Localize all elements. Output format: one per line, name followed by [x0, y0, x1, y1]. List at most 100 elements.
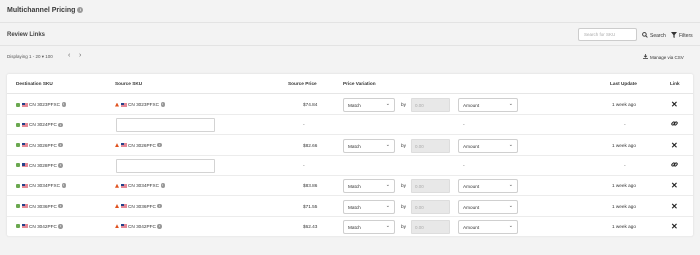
col-link[interactable]: Link	[670, 81, 680, 86]
amount-type-value: Amount	[463, 204, 480, 210]
link-icon[interactable]	[671, 161, 678, 170]
col-source-sku[interactable]: Source SKU	[115, 81, 142, 86]
info-icon[interactable]: i	[160, 102, 166, 107]
search-icon	[642, 32, 648, 40]
next-page-icon[interactable]: ›	[79, 52, 81, 59]
match-select-value: Match	[348, 224, 361, 230]
info-icon[interactable]: i	[58, 163, 63, 168]
amount-type-select[interactable]: Amount ⌄	[458, 199, 518, 214]
last-update: 1 week ago	[612, 223, 636, 229]
us-flag-icon	[21, 224, 28, 229]
source-sku-input[interactable]	[116, 158, 215, 173]
us-flag-icon	[120, 102, 127, 107]
page-title: Multichannel Pricing i	[7, 7, 84, 14]
match-select[interactable]: Match ⌄	[343, 138, 395, 153]
table-row: CN 3042PFC i CN 3042PFC i $62.43 Match ⌄ by 0.00…	[7, 217, 693, 237]
destination-sku-text: CN 3023PFXC	[29, 102, 61, 107]
chevron-down-icon: ⌄	[385, 101, 390, 107]
by-label: by	[401, 223, 406, 229]
manage-csv-button[interactable]: Manage via CSV	[643, 54, 684, 60]
table-header: Destination SKU Source SKU Source Price …	[7, 74, 693, 94]
display-range[interactable]: Displaying 1 - 20 ▾ 100	[7, 54, 53, 60]
info-icon[interactable]: i	[157, 142, 162, 148]
variation-amount-input[interactable]: 0.00	[411, 219, 450, 234]
amount-type-value: Amount	[463, 184, 480, 190]
price-variation-empty: -	[463, 162, 465, 169]
store-icon	[16, 204, 20, 208]
source-sku-text: CN 3034PFXC	[128, 183, 160, 189]
info-icon[interactable]: i	[58, 122, 63, 128]
source-price: -	[303, 162, 305, 169]
destination-sku-text: CN 3036PFC	[29, 203, 57, 209]
amount-type-select[interactable]: Amount ⌄	[458, 98, 518, 112]
col-last-update[interactable]: Last Update	[610, 81, 637, 86]
info-icon[interactable]: i	[157, 203, 162, 209]
unlink-icon[interactable]: ✕	[671, 100, 678, 109]
info-icon[interactable]: i	[61, 102, 67, 107]
store-icon	[16, 143, 20, 148]
source-sku: CN 3023PFXC i	[115, 102, 166, 107]
col-price-variation[interactable]: Price Variation	[343, 81, 376, 86]
us-flag-icon	[21, 204, 28, 208]
source-sku-input[interactable]	[116, 118, 215, 133]
match-select-value: Match	[348, 103, 361, 108]
prev-page-icon[interactable]: ‹	[68, 52, 70, 59]
destination-sku-text: CN 3034PFXC	[29, 183, 61, 189]
variation-amount-input[interactable]: 0.00	[411, 179, 450, 194]
us-flag-icon	[21, 122, 28, 127]
table-row: CN 3024PFC i - - -	[7, 115, 693, 136]
source-sku-text: CN 3023PFXC	[128, 102, 160, 107]
match-select[interactable]: Match ⌄	[343, 179, 395, 194]
col-destination-sku[interactable]: Destination SKU	[16, 81, 53, 86]
link-icon[interactable]	[671, 120, 678, 129]
match-select-value: Match	[348, 143, 361, 149]
unlink-icon[interactable]: ✕	[671, 141, 678, 150]
us-flag-icon	[21, 183, 28, 188]
match-select[interactable]: Match ⌄	[343, 199, 395, 214]
search-button[interactable]: Search	[642, 32, 666, 40]
last-update: 1 week ago	[612, 142, 636, 148]
destination-sku-text: CN 3028PFC	[29, 162, 57, 168]
last-update: -	[624, 122, 626, 129]
unlink-icon[interactable]: ✕	[671, 181, 678, 190]
destination-sku-text: CN 3024PFC	[29, 122, 57, 128]
info-icon[interactable]: i	[160, 183, 166, 188]
chevron-down-icon: ⌄	[508, 182, 513, 189]
amount-type-select[interactable]: Amount ⌄	[458, 179, 518, 194]
download-icon	[643, 54, 648, 60]
store-icon	[16, 224, 20, 229]
search-input[interactable]: Search for SKU	[578, 28, 637, 41]
last-update: 1 week ago	[612, 183, 636, 189]
info-icon[interactable]: i	[61, 183, 67, 188]
match-select-value: Match	[348, 204, 361, 210]
info-icon[interactable]: i	[157, 224, 162, 229]
amount-type-value: Amount	[463, 103, 480, 108]
us-flag-icon	[21, 143, 28, 148]
variation-amount-input[interactable]: 0.00	[411, 138, 450, 153]
unlink-icon[interactable]: ✕	[671, 222, 678, 231]
amount-type-select[interactable]: Amount ⌄	[458, 138, 518, 153]
match-select[interactable]: Match ⌄	[343, 219, 395, 234]
source-sku-text: CN 3042PFC	[128, 223, 156, 229]
filters-button[interactable]: Filters	[671, 32, 693, 40]
brand-icon	[115, 183, 119, 188]
info-icon[interactable]: i	[58, 224, 63, 229]
info-icon[interactable]: i	[58, 203, 63, 209]
amount-type-select[interactable]: Amount ⌄	[458, 219, 518, 234]
source-price: $83.86	[303, 183, 318, 189]
variation-amount-input[interactable]: 0.00	[411, 199, 450, 214]
source-price: -	[303, 122, 305, 129]
review-links-toolbar: Review Links Search for SKU Search Filte…	[0, 24, 700, 46]
col-source-price[interactable]: Source Price	[288, 81, 317, 86]
last-update: 1 week ago	[612, 203, 636, 209]
filter-icon	[671, 32, 677, 40]
brand-icon	[115, 143, 119, 148]
unlink-icon[interactable]: ✕	[671, 202, 678, 211]
info-icon[interactable]: i	[58, 142, 63, 148]
info-icon[interactable]: i	[77, 7, 84, 14]
variation-amount-input[interactable]: 0.00	[411, 98, 450, 112]
source-sku: CN 3036PFC i	[115, 204, 162, 209]
match-select[interactable]: Match ⌄	[343, 98, 395, 112]
chevron-down-icon: ⌄	[508, 141, 513, 148]
chevron-down-icon: ⌄	[385, 141, 390, 148]
